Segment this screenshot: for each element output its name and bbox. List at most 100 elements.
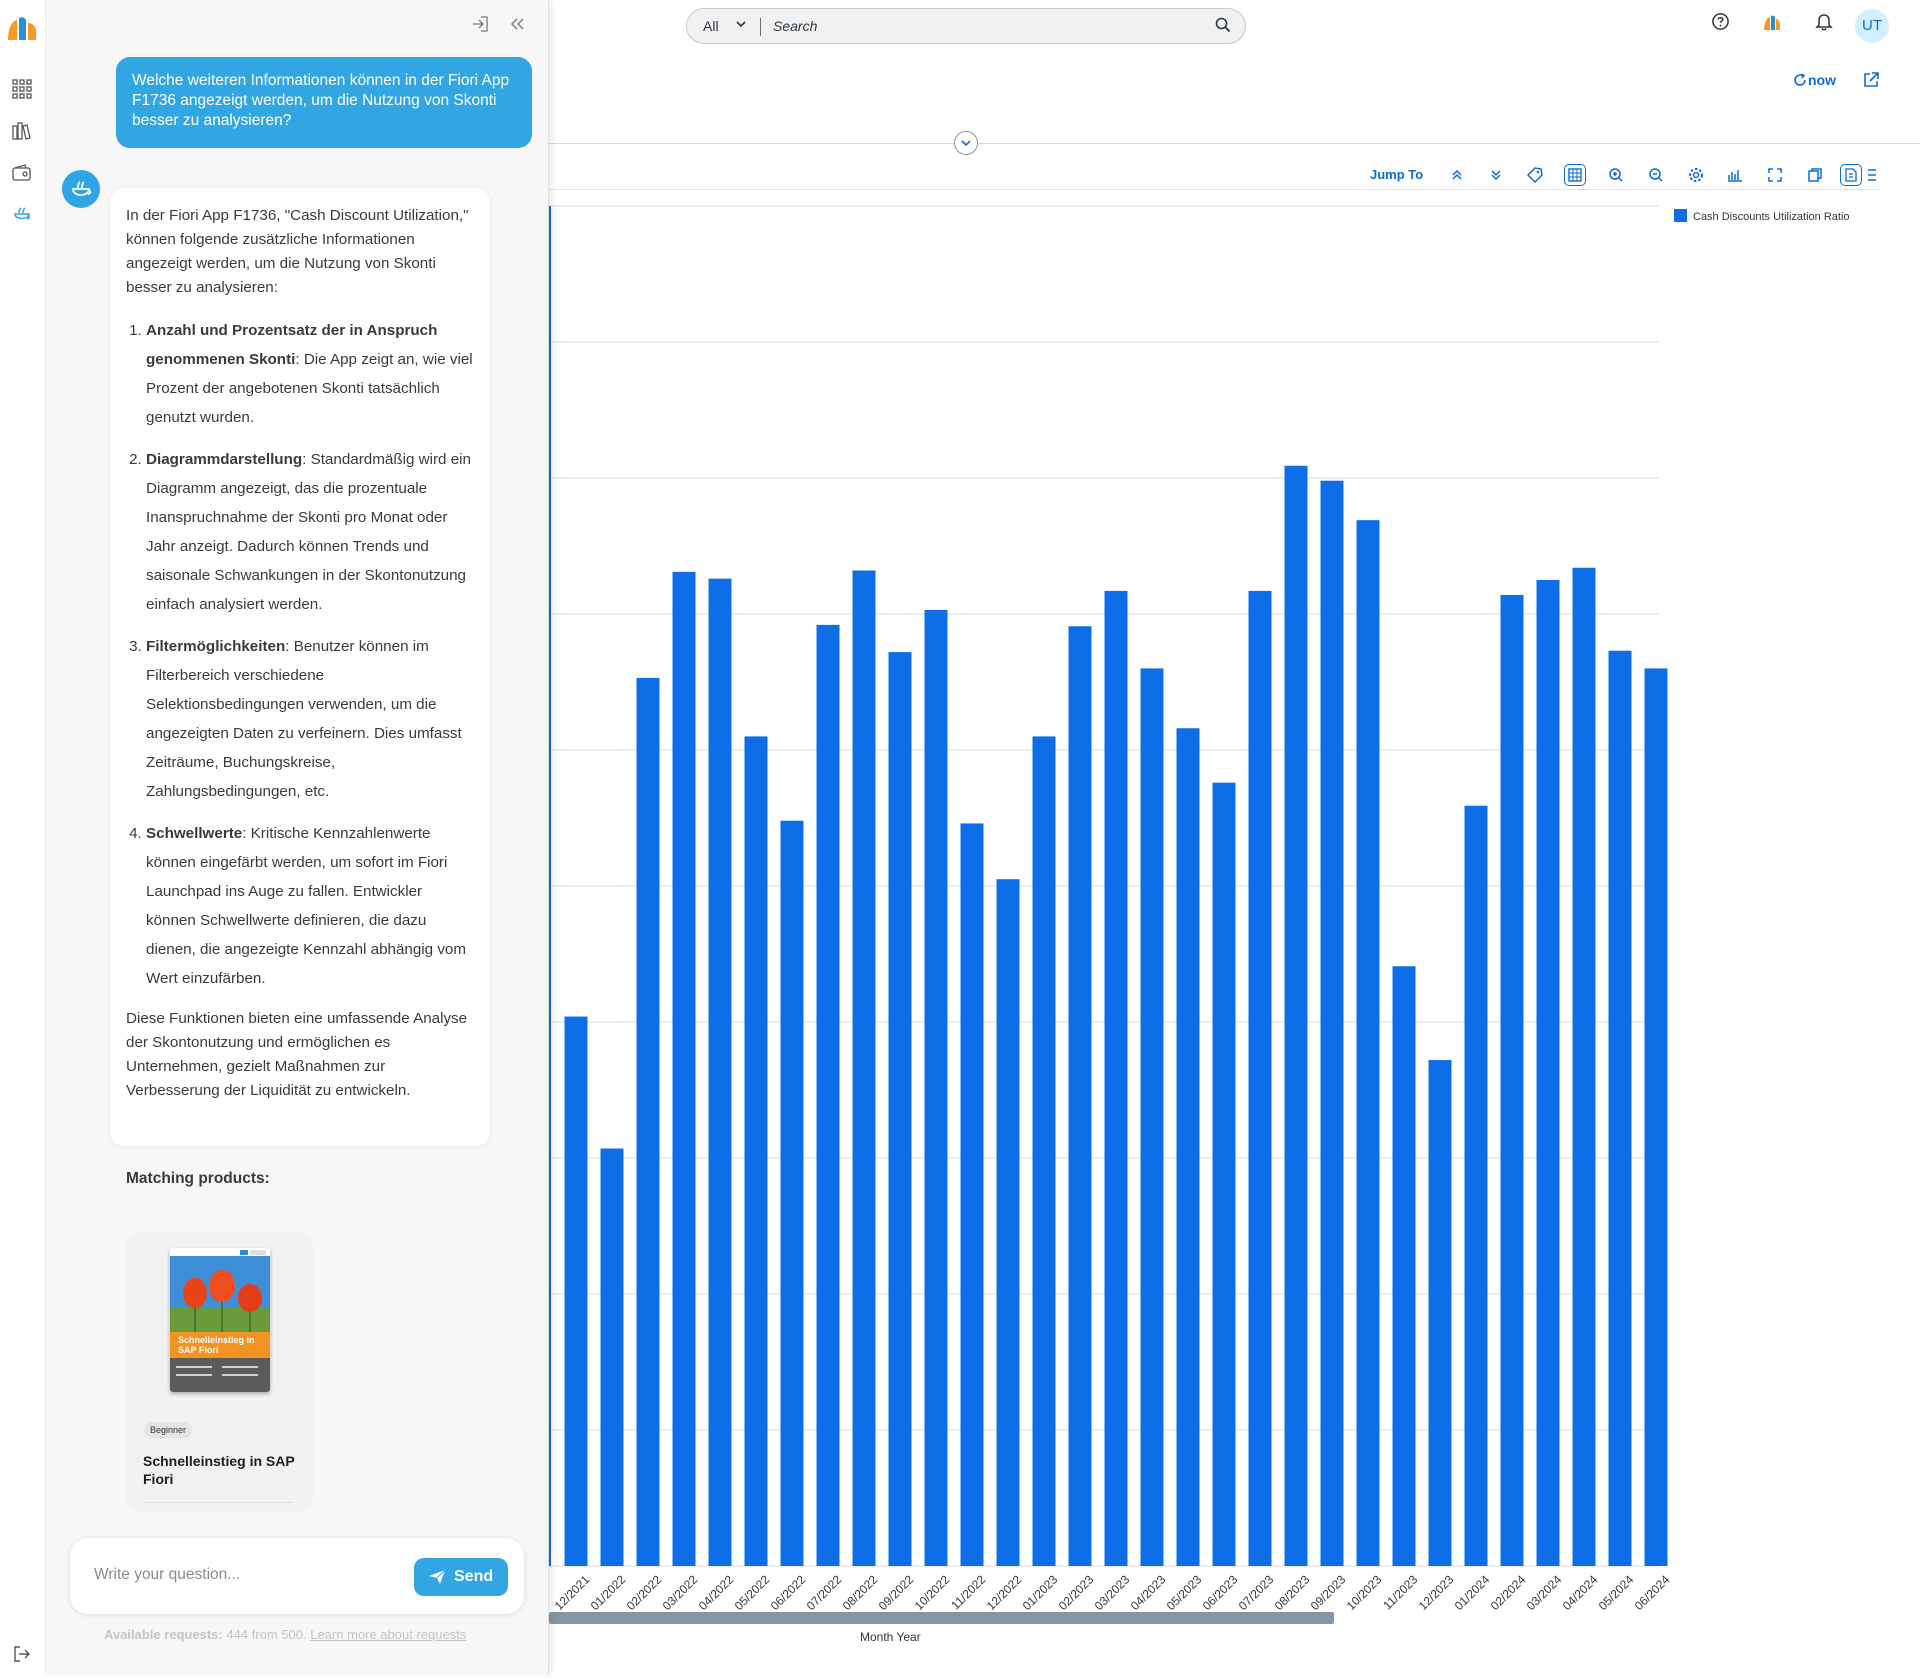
chart-bar[interactable] — [1500, 594, 1524, 1566]
logout-icon[interactable] — [12, 1644, 32, 1669]
chatbot-icon — [72, 181, 92, 196]
notification-bell-icon[interactable] — [1815, 12, 1833, 36]
x-tick-label: 11/2023 — [1380, 1572, 1420, 1612]
refresh-link[interactable]: now — [1792, 72, 1836, 88]
question-input[interactable]: Write your question... — [94, 1566, 240, 1584]
x-tick-label: 08/2022 — [840, 1572, 881, 1613]
copy-icon[interactable] — [1804, 164, 1826, 186]
chart-bar[interactable] — [564, 1016, 588, 1566]
chart-bar[interactable] — [744, 736, 768, 1566]
chart-scrollbar[interactable] — [549, 1612, 1334, 1624]
point-title: Diagrammdarstellung — [146, 451, 303, 468]
detach-panel-icon[interactable] — [470, 14, 490, 39]
chart-bar[interactable] — [1212, 782, 1236, 1566]
chart-bar[interactable] — [1104, 590, 1128, 1566]
chart-bar[interactable] — [1284, 465, 1308, 1566]
learn-more-link[interactable]: Learn more about requests — [310, 1627, 466, 1642]
search-separator — [760, 18, 761, 36]
tag-icon[interactable] — [1524, 164, 1546, 186]
send-button[interactable]: Send — [414, 1558, 508, 1596]
x-tick-label: 07/2023 — [1236, 1572, 1277, 1613]
chatbot-icon[interactable] — [11, 204, 33, 231]
chart-bar[interactable] — [1320, 480, 1344, 1567]
x-tick-label: 08/2023 — [1272, 1572, 1313, 1613]
share-icon[interactable] — [1862, 71, 1880, 94]
list-item: Diagrammdarstellung: Standardmäßig wird … — [146, 445, 474, 619]
help-icon[interactable] — [1711, 12, 1730, 36]
company-logo-icon[interactable] — [1762, 12, 1782, 37]
search-scope[interactable]: All — [703, 18, 719, 34]
left-nav-rail — [0, 0, 46, 1674]
chart-bar[interactable] — [996, 879, 1020, 1566]
avail-label: Available requests: — [104, 1627, 223, 1642]
x-tick-label: 10/2022 — [912, 1572, 953, 1613]
product-title[interactable]: Schnelleinstieg in SAP Fiori — [143, 1452, 303, 1488]
fullscreen-icon[interactable] — [1764, 164, 1786, 186]
chart-bar[interactable] — [600, 1148, 624, 1566]
chevron-down-icon[interactable] — [735, 17, 747, 33]
chart-bar[interactable] — [1032, 736, 1056, 1566]
refresh-label: now — [1808, 72, 1836, 88]
jump-to-link[interactable]: Jump To — [1370, 167, 1423, 182]
chart-bar[interactable] — [852, 570, 876, 1566]
collapse-panel-icon[interactable] — [507, 14, 527, 39]
chart-bar[interactable] — [1464, 805, 1488, 1566]
chart-bar[interactable] — [1536, 580, 1560, 1566]
avail-value: 444 from 500. — [226, 1627, 307, 1642]
chart-type-icon[interactable] — [1724, 164, 1746, 186]
x-axis-title: Month Year — [860, 1630, 921, 1644]
more-icon[interactable] — [1864, 164, 1878, 186]
expand-all-icon[interactable] — [1485, 164, 1507, 186]
chart-bar[interactable] — [1392, 966, 1416, 1566]
chart-bar[interactable] — [1608, 650, 1632, 1566]
collapse-all-icon[interactable] — [1446, 164, 1468, 186]
paper-plane-icon — [429, 1569, 446, 1584]
divider — [143, 1502, 293, 1503]
zoom-out-icon[interactable] — [1645, 164, 1667, 186]
chart-bar[interactable] — [1644, 668, 1668, 1566]
app-grid-icon[interactable] — [11, 78, 33, 105]
legend-label: Cash Discounts Utilization Ratio — [1693, 211, 1850, 223]
chart-bar[interactable] — [816, 624, 840, 1566]
chart-bar[interactable] — [960, 823, 984, 1566]
export-icon[interactable] — [1840, 164, 1862, 186]
wallet-icon[interactable] — [11, 162, 33, 189]
x-tick-label: 03/2023 — [1092, 1572, 1133, 1613]
settings-gear-icon[interactable] — [1685, 164, 1707, 186]
chart-bar[interactable] — [1428, 1060, 1452, 1566]
x-tick-label: 01/2023 — [1020, 1572, 1061, 1613]
point-text: : Standardmäßig wird ein Diagramm angeze… — [146, 451, 471, 613]
chart-bar[interactable] — [1140, 668, 1164, 1566]
x-tick-label: 06/2024 — [1632, 1572, 1673, 1613]
app-logo-icon[interactable] — [6, 12, 38, 47]
chart-bar[interactable] — [708, 578, 732, 1566]
chart-bar[interactable] — [924, 609, 948, 1566]
zoom-in-icon[interactable] — [1605, 164, 1627, 186]
collapse-header-button[interactable] — [954, 131, 978, 155]
x-tick-label: 01/2024 — [1452, 1572, 1493, 1613]
chart-bar[interactable] — [1572, 567, 1596, 1566]
chat-input-box[interactable]: Write your question... Send — [70, 1538, 524, 1614]
chart-bar[interactable] — [1248, 590, 1272, 1566]
chart-bar[interactable] — [1068, 626, 1092, 1566]
chart-bar[interactable] — [780, 820, 804, 1566]
search-input[interactable]: Search — [773, 18, 817, 34]
book-cover-title: Schnelleinstieg in SAP Fiori — [178, 1335, 255, 1355]
x-tick-label: 10/2023 — [1344, 1572, 1385, 1613]
chart-bar[interactable] — [1176, 728, 1200, 1566]
chart-legend[interactable]: Cash Discounts Utilization Ratio — [1674, 209, 1850, 223]
x-tick-label: 05/2022 — [732, 1572, 773, 1613]
avatar[interactable]: UT — [1855, 9, 1889, 43]
chart-bar[interactable] — [888, 652, 912, 1566]
search-icon[interactable] — [1215, 17, 1231, 38]
chart-bar[interactable] — [1356, 520, 1380, 1566]
chart-area: 12/2021 01/2022 02/2022 03/2022 04/2022 05/20… — [549, 190, 1920, 1674]
search-bar[interactable]: All Search — [686, 8, 1246, 44]
table-view-icon[interactable] — [1564, 164, 1586, 186]
chart-bar[interactable] — [672, 571, 696, 1566]
library-books-icon[interactable] — [11, 120, 33, 147]
product-card[interactable]: Schnelleinstieg in SAP Fiori Beginner Sc… — [126, 1232, 313, 1512]
chart-bar[interactable] — [636, 677, 660, 1566]
point-text: : Kritische Kennzahlenwerte können einge… — [146, 825, 467, 987]
bot-answer-card: In der Fiori App F1736, "Cash Discount U… — [110, 188, 490, 1146]
